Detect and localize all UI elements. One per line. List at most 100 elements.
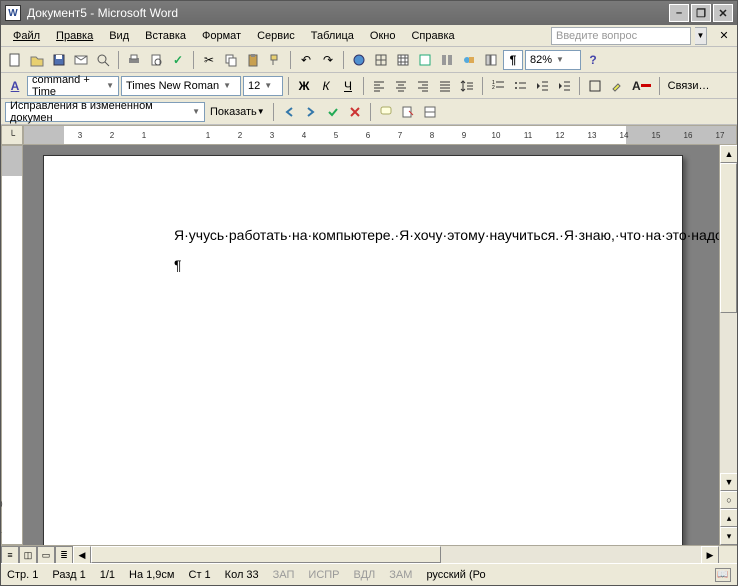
minimize-button[interactable]: – — [669, 4, 689, 22]
tables-borders-button[interactable] — [371, 50, 391, 70]
redo-button[interactable]: ↷ — [318, 50, 338, 70]
outline-view-button[interactable]: ≣ — [55, 546, 73, 563]
status-language[interactable]: русский (Ро — [426, 569, 485, 581]
paste-button[interactable] — [243, 50, 263, 70]
ruler-mark: 1 — [192, 131, 224, 140]
links-button[interactable]: Связи… — [665, 76, 713, 96]
hscroll-track[interactable] — [91, 546, 701, 563]
menu-table[interactable]: Таблица — [305, 28, 360, 44]
menu-insert[interactable]: Вставка — [139, 28, 192, 44]
doc-map-button[interactable] — [481, 50, 501, 70]
numbered-list-button[interactable]: 12 — [488, 76, 508, 96]
font-color-button[interactable]: A — [629, 76, 654, 96]
vertical-ruler[interactable]: 211234567891011 — [1, 145, 23, 545]
drawing-button[interactable] — [459, 50, 479, 70]
maximize-button[interactable]: ❐ — [691, 4, 711, 22]
bold-button[interactable]: Ж — [294, 76, 314, 96]
prev-change-button[interactable] — [279, 102, 299, 122]
track-changes-button[interactable] — [398, 102, 418, 122]
italic-button[interactable]: К — [316, 76, 336, 96]
hscroll-thumb[interactable] — [91, 546, 441, 563]
web-view-button[interactable]: ◫ — [19, 546, 37, 563]
vscroll-track[interactable] — [720, 163, 737, 473]
status-col: Кол 33 — [225, 569, 259, 581]
status-trk[interactable]: ИСПР — [308, 569, 339, 581]
spellcheck-button[interactable]: ✓ — [168, 50, 188, 70]
menu-view[interactable]: Вид — [103, 28, 135, 44]
fontsize-combo[interactable]: 12▼ — [243, 76, 283, 96]
align-center-button[interactable] — [391, 76, 411, 96]
scroll-left-button[interactable]: ◀ — [73, 546, 91, 563]
scroll-right-button[interactable]: ▶ — [701, 546, 719, 563]
print-layout-button[interactable]: ▭ — [37, 546, 55, 563]
tab-selector[interactable]: └ — [1, 125, 23, 145]
format-painter-button[interactable] — [265, 50, 285, 70]
next-change-button[interactable] — [301, 102, 321, 122]
copy-button[interactable] — [221, 50, 241, 70]
save-button[interactable] — [49, 50, 69, 70]
menu-help[interactable]: Справка — [405, 28, 460, 44]
new-doc-button[interactable] — [5, 50, 25, 70]
styles-pane-button[interactable]: A — [5, 76, 25, 96]
new-comment-button[interactable] — [376, 102, 396, 122]
hyperlink-button[interactable] — [349, 50, 369, 70]
vertical-scrollbar[interactable]: ▲ ▼ ○ ▴ ▾ — [719, 145, 737, 545]
menu-file[interactable]: Файл — [7, 28, 46, 44]
paragraph-1[interactable]: Я·учусь·работать·на·компьютере.·Я·хочу·э… — [174, 226, 562, 246]
line-spacing-button[interactable] — [457, 76, 477, 96]
highlight-button[interactable] — [607, 76, 627, 96]
book-icon[interactable]: 📖 — [715, 568, 731, 582]
style-combo[interactable]: command + Time▼ — [27, 76, 119, 96]
underline-button[interactable]: Ч — [338, 76, 358, 96]
reject-change-button[interactable] — [345, 102, 365, 122]
search-button[interactable] — [93, 50, 113, 70]
vscroll-thumb[interactable] — [720, 163, 737, 313]
status-ovr[interactable]: ЗАМ — [389, 569, 412, 581]
cut-button[interactable]: ✂ — [199, 50, 219, 70]
align-right-button[interactable] — [413, 76, 433, 96]
paragraph-2[interactable]: ¶ — [174, 256, 562, 276]
columns-button[interactable] — [437, 50, 457, 70]
indent-button[interactable] — [554, 76, 574, 96]
next-page-button[interactable]: ▾ — [720, 527, 737, 545]
menu-window[interactable]: Окно — [364, 28, 402, 44]
prev-page-button[interactable]: ▴ — [720, 509, 737, 527]
menu-format[interactable]: Формат — [196, 28, 247, 44]
horizontal-scrollbar[interactable]: ◀ ▶ — [73, 546, 719, 563]
zoom-combo[interactable]: 82%▼ — [525, 50, 581, 70]
font-combo[interactable]: Times New Roman▼ — [121, 76, 241, 96]
align-left-button[interactable] — [369, 76, 389, 96]
menu-edit[interactable]: Правка — [50, 28, 99, 44]
normal-view-button[interactable]: ≡ — [1, 546, 19, 563]
reviewing-pane-button[interactable] — [420, 102, 440, 122]
browse-object-button[interactable]: ○ — [720, 491, 737, 509]
print-preview-button[interactable] — [146, 50, 166, 70]
ask-dropdown-icon[interactable]: ▼ — [695, 27, 707, 45]
status-rec[interactable]: ЗАП — [273, 569, 295, 581]
open-button[interactable] — [27, 50, 47, 70]
outdent-button[interactable] — [532, 76, 552, 96]
status-ext[interactable]: ВДЛ — [354, 569, 376, 581]
close-doc-button[interactable]: ✕ — [717, 29, 731, 43]
insert-table-button[interactable] — [393, 50, 413, 70]
email-button[interactable] — [71, 50, 91, 70]
accept-change-button[interactable] — [323, 102, 343, 122]
scroll-up-button[interactable]: ▲ — [720, 145, 737, 163]
status-page: Стр. 1 — [7, 569, 38, 581]
help-button[interactable]: ? — [583, 50, 603, 70]
bullet-list-button[interactable] — [510, 76, 530, 96]
print-button[interactable] — [124, 50, 144, 70]
excel-button[interactable] — [415, 50, 435, 70]
horizontal-ruler[interactable]: 3211234567891011121314151617 — [23, 125, 737, 145]
undo-button[interactable]: ↶ — [296, 50, 316, 70]
borders-button[interactable] — [585, 76, 605, 96]
document-page[interactable]: Я·учусь·работать·на·компьютере.·Я·хочу·э… — [43, 155, 683, 545]
show-button[interactable]: Показать ▼ — [207, 102, 268, 122]
show-marks-button[interactable]: ¶ — [503, 50, 523, 70]
scroll-down-button[interactable]: ▼ — [720, 473, 737, 491]
align-justify-button[interactable] — [435, 76, 455, 96]
display-for-review-combo[interactable]: Исправления в измененном докумен▼ — [5, 102, 205, 122]
menu-tools[interactable]: Сервис — [251, 28, 301, 44]
ask-question-input[interactable]: Введите вопрос — [551, 27, 691, 45]
close-button[interactable]: ✕ — [713, 4, 733, 22]
